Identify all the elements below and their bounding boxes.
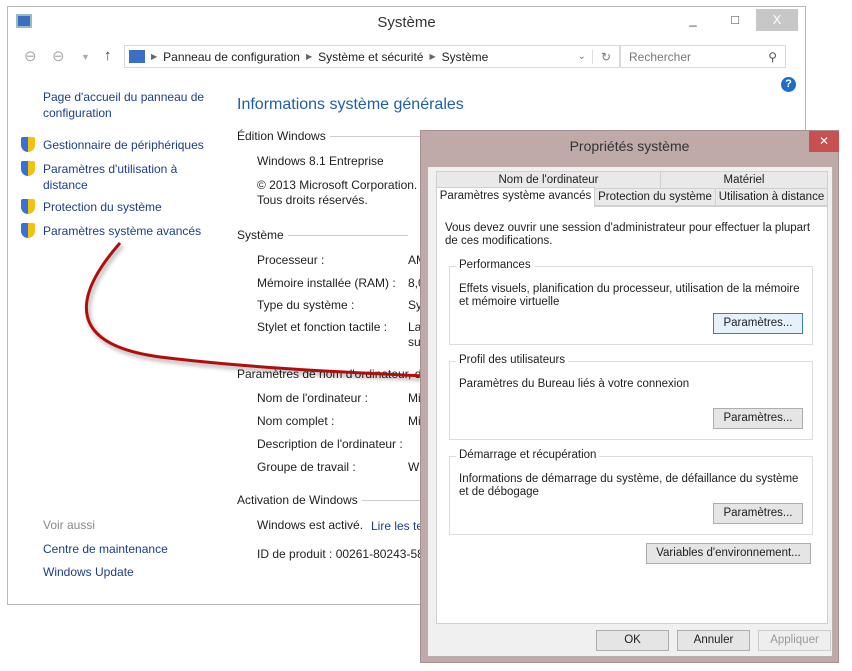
group-description: Informations de démarrage du système, de…: [459, 473, 799, 498]
dialog-close-button[interactable]: ✕: [809, 131, 839, 152]
apply-button[interactable]: Appliquer: [758, 630, 831, 651]
performance-group: Performances Effets visuels, planificati…: [449, 259, 813, 345]
group-description: Paramètres du Bureau liés à votre connex…: [459, 378, 690, 390]
admin-notice: Vous devez ouvrir une session d'administ…: [445, 222, 811, 247]
tab-panel: Vous devez ouvrir une session d'administ…: [436, 206, 828, 624]
user-profiles-group: Profil des utilisateurs Paramètres du Bu…: [449, 354, 813, 440]
profiles-settings-button[interactable]: Paramètres...: [713, 408, 803, 429]
group-description: Effets visuels, planification du process…: [459, 283, 800, 308]
group-title: Performances: [456, 259, 534, 271]
dialog-title: Propriétés système: [569, 138, 690, 154]
ok-button[interactable]: OK: [596, 630, 669, 651]
environment-variables-button[interactable]: Variables d'environnement...: [646, 543, 811, 564]
system-properties-dialog: Propriétés système ✕ Nom de l'ordinateur…: [420, 130, 839, 663]
dialog-body: Nom de l'ordinateur Matériel Protection …: [428, 167, 832, 656]
startup-settings-button[interactable]: Paramètres...: [713, 503, 803, 524]
group-title: Démarrage et récupération: [456, 449, 600, 461]
tab-advanced[interactable]: Paramètres système avancés: [436, 187, 595, 207]
tab-protection[interactable]: Protection du système: [594, 188, 716, 206]
tab-remote[interactable]: Utilisation à distance: [715, 188, 828, 206]
performance-settings-button[interactable]: Paramètres...: [713, 313, 803, 334]
arrow-curve: [85, 242, 426, 378]
cancel-button[interactable]: Annuler: [677, 630, 750, 651]
tab-hardware[interactable]: Matériel: [660, 171, 828, 189]
startup-recovery-group: Démarrage et récupération Informations d…: [449, 449, 813, 535]
group-title: Profil des utilisateurs: [456, 354, 569, 366]
